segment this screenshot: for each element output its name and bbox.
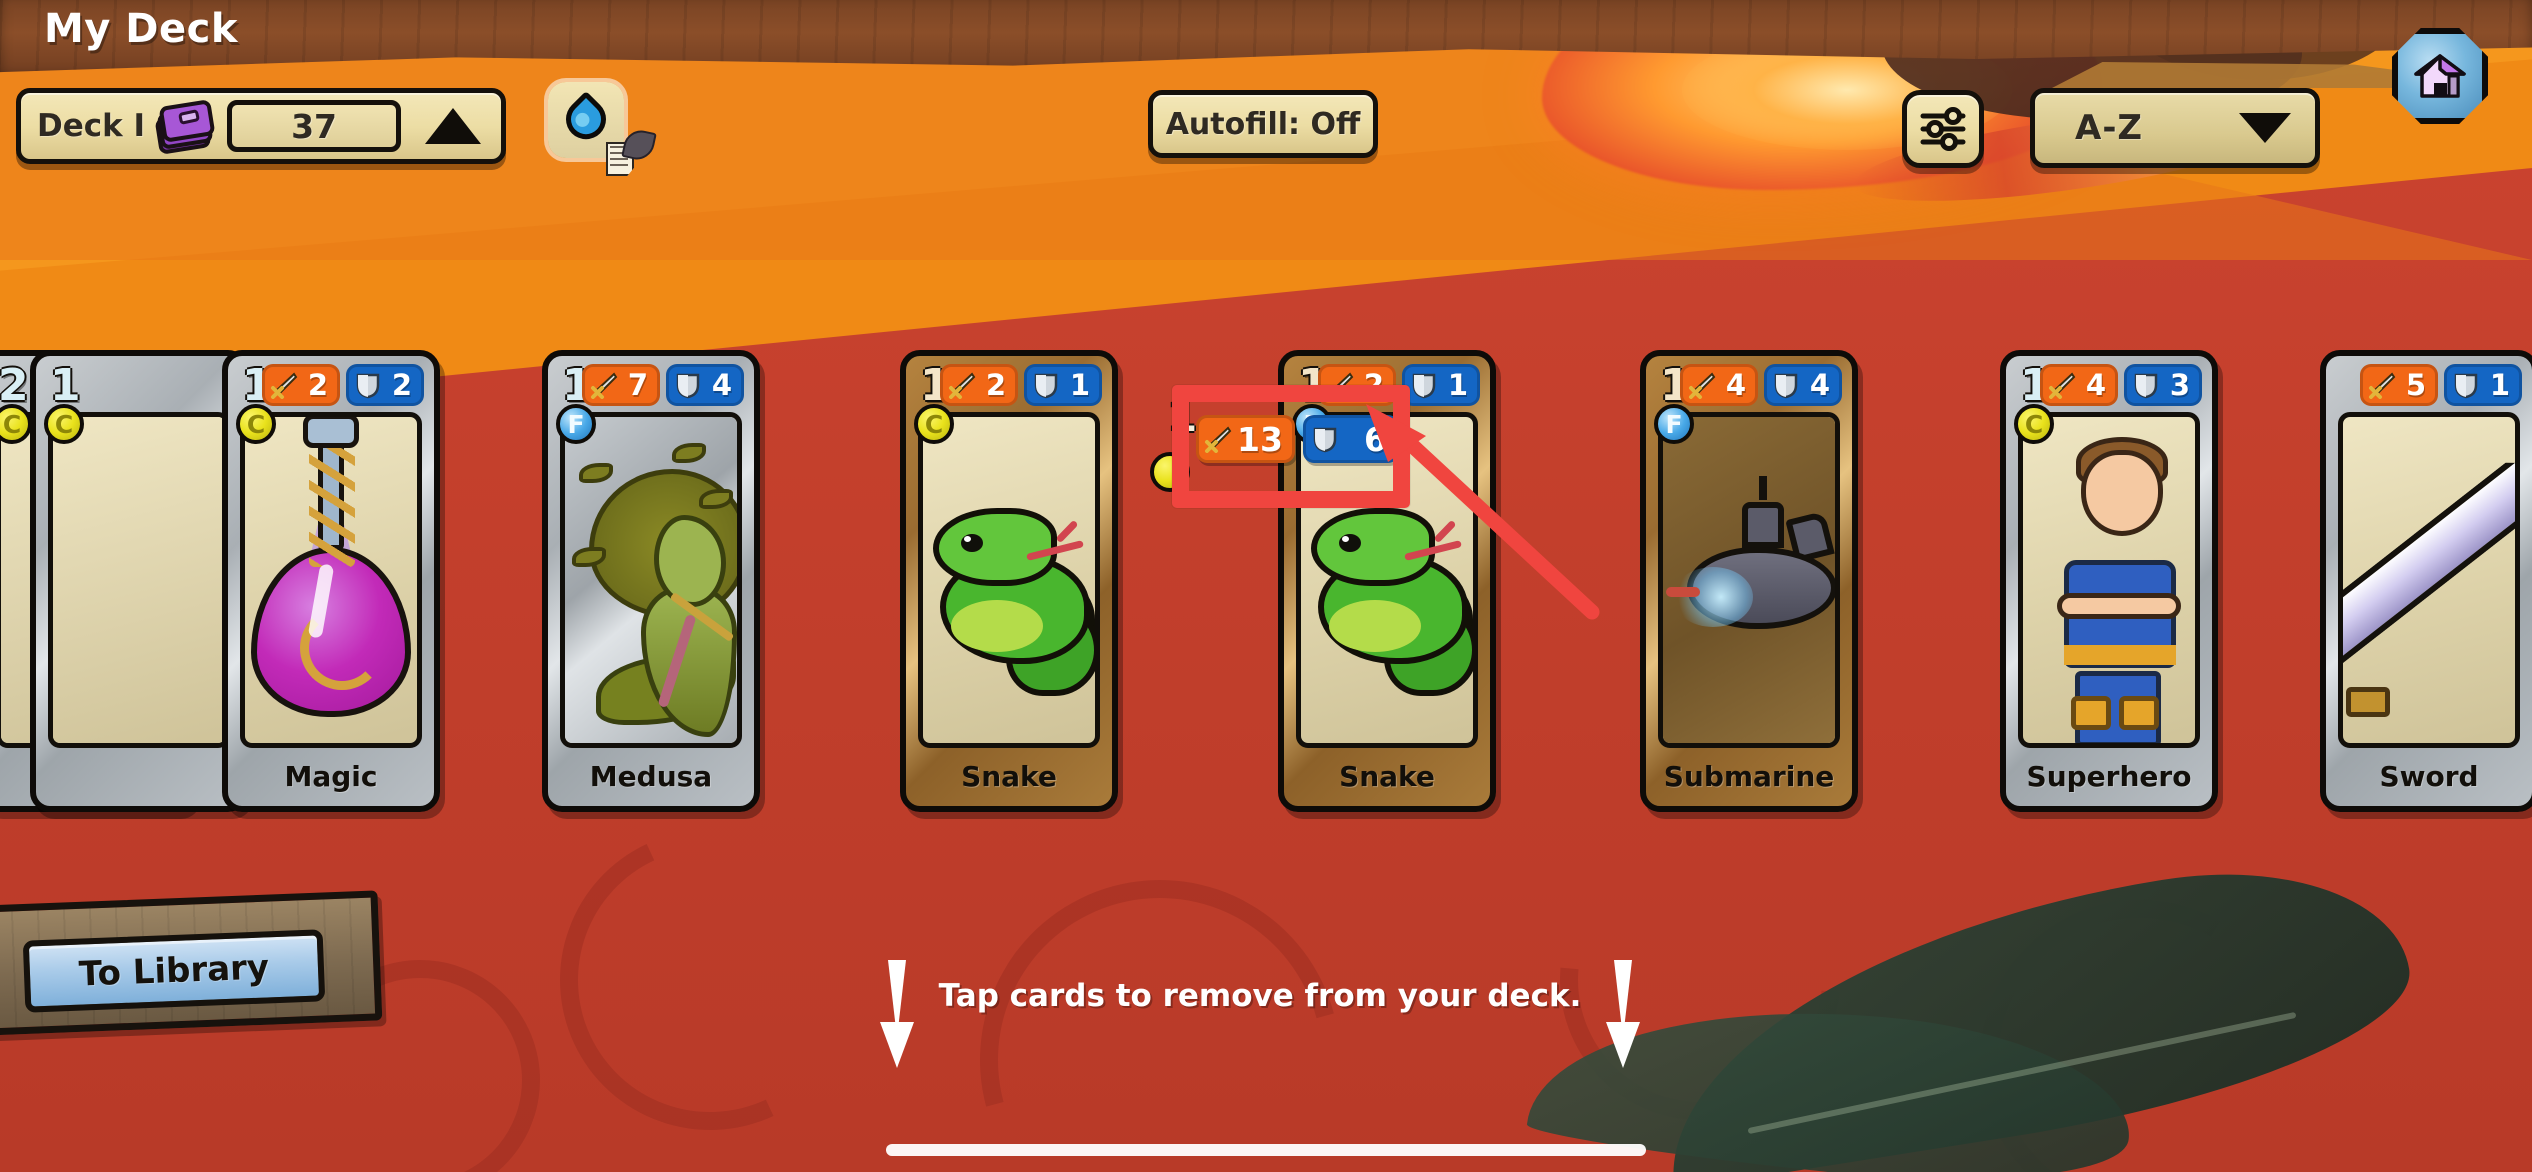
arrow-down-icon <box>880 960 914 1070</box>
card-defense-value: 1 <box>1069 368 1090 402</box>
card-attack-value: 7 <box>627 368 648 402</box>
card-attack-value: 2 <box>307 368 328 402</box>
shield-icon <box>1774 373 1798 399</box>
card-name-label: Submarine <box>1663 759 1835 793</box>
card-attack-value: 4 <box>2085 368 2106 402</box>
shield-icon <box>2454 373 2478 399</box>
card-defense-stat: 1 <box>1024 364 1102 406</box>
card-rarity-badge: C <box>44 404 84 444</box>
card-stack-icon <box>154 99 217 155</box>
card-rarity-badge: F <box>556 404 596 444</box>
card-attack-stat: 4 <box>2040 364 2118 406</box>
card-defense-stat: 4 <box>666 364 744 406</box>
card-artwork-frame <box>2018 412 2200 748</box>
card-artwork-frame <box>918 412 1100 748</box>
deck-card[interactable]: 1 C 2 1 Snake <box>900 350 1118 812</box>
deck-count-box: 37 <box>227 100 401 152</box>
card-artwork-frame <box>560 412 742 748</box>
card-name-label: Snake <box>1339 759 1435 793</box>
hint-text: Tap cards to remove from your deck. <box>938 978 1582 1014</box>
shield-icon <box>1034 373 1058 399</box>
hint-row: Tap cards to remove from your deck. <box>880 960 1640 1080</box>
card-rarity-badge: C <box>2014 404 2054 444</box>
card-defense-value: 4 <box>711 368 732 402</box>
deck-card[interactable]: 1C <box>30 350 248 812</box>
sword-icon <box>2049 372 2076 399</box>
card-artwork-frame <box>2338 412 2520 748</box>
autofill-button[interactable]: Autofill: Off <box>1148 90 1378 158</box>
sword-icon <box>271 372 298 399</box>
card-attack-value: 4 <box>1725 368 1746 402</box>
card-name-label: Snake <box>961 759 1057 793</box>
card-defense-stat: 3 <box>2124 364 2202 406</box>
card-attack-value: 5 <box>2405 368 2426 402</box>
card-stats: 44 <box>1680 364 1842 406</box>
to-library-button[interactable]: To Library <box>22 929 326 1013</box>
card-attack-value: 2 <box>985 368 1006 402</box>
card-attack-stat: 5 <box>2360 364 2438 406</box>
sliders-filter-icon[interactable] <box>1902 90 1984 168</box>
sliders-glyph <box>1920 107 1966 151</box>
card-defense-value: 4 <box>1809 368 1830 402</box>
arrow-down-icon <box>1606 960 1640 1070</box>
sort-dropdown[interactable]: A-Z <box>2030 88 2320 168</box>
sort-label: A-Z <box>2075 108 2144 148</box>
sword-icon <box>1689 372 1716 399</box>
card-name-label: Sword <box>2379 759 2479 793</box>
triangle-down-icon[interactable] <box>2239 113 2291 143</box>
card-attack-stat: 7 <box>582 364 660 406</box>
deck-card[interactable]: 1 C 4 3 Superhero <box>2000 350 2218 812</box>
sword-icon <box>591 372 618 399</box>
card-name-label: Medusa <box>589 759 713 793</box>
card-defense-stat: 2 <box>346 364 424 406</box>
card-artwork-frame <box>240 412 422 748</box>
shield-icon <box>676 373 700 399</box>
card-defense-value: 2 <box>391 368 412 402</box>
sword-icon <box>949 372 976 399</box>
sword-icon <box>2369 372 2396 399</box>
card-rarity-badge: C <box>236 404 276 444</box>
card-name-label: Superhero <box>2026 759 2192 793</box>
card-attack-stat: 2 <box>940 364 1018 406</box>
card-rarity-badge: F <box>1654 404 1694 444</box>
to-library-label: To Library <box>78 947 270 995</box>
quill-scroll-icon <box>606 127 657 176</box>
card-defense-value: 1 <box>2489 368 2510 402</box>
deck-card[interactable]: 1 C 2 2 Magic <box>222 350 440 812</box>
shield-icon <box>2134 373 2158 399</box>
house-glyph <box>2414 54 2466 98</box>
card-artwork-frame <box>48 412 230 748</box>
deck-card[interactable]: 5 1 Sword <box>2320 350 2532 812</box>
deck-selector[interactable]: Deck I 37 <box>16 88 506 164</box>
card-defense-stat: 1 <box>2444 364 2522 406</box>
card-rarity-badge: C <box>914 404 954 444</box>
home-indicator[interactable] <box>886 1144 1646 1156</box>
card-stats: 51 <box>2360 364 2522 406</box>
water-drop-icon[interactable] <box>548 82 657 176</box>
page-title: My Deck <box>44 6 238 52</box>
card-defense-value: 1 <box>1447 368 1468 402</box>
card-defense-value: 3 <box>2169 368 2190 402</box>
deck-count-value: 37 <box>291 106 337 146</box>
card-stats: 74 <box>582 364 744 406</box>
autofill-label: Autofill: Off <box>1165 106 1361 142</box>
shield-icon <box>1412 373 1436 399</box>
shield-icon <box>356 373 380 399</box>
card-attack-stat: 4 <box>1680 364 1758 406</box>
annotation-pointer-arrow <box>1366 404 1600 620</box>
card-attack-stat: 2 <box>262 364 340 406</box>
card-name-label: Magic <box>284 759 378 793</box>
deck-name-label: Deck I <box>37 108 146 144</box>
triangle-up-icon[interactable] <box>425 108 481 144</box>
card-stats: 22 <box>262 364 424 406</box>
card-artwork-frame <box>1658 412 1840 748</box>
card-stats: 21 <box>940 364 1102 406</box>
card-defense-stat: 4 <box>1764 364 1842 406</box>
card-stats: 43 <box>2040 364 2202 406</box>
deck-card[interactable]: 1 F 7 4 Medusa <box>542 350 760 812</box>
deck-card[interactable]: 1 F 4 4 Submarine <box>1640 350 1858 812</box>
